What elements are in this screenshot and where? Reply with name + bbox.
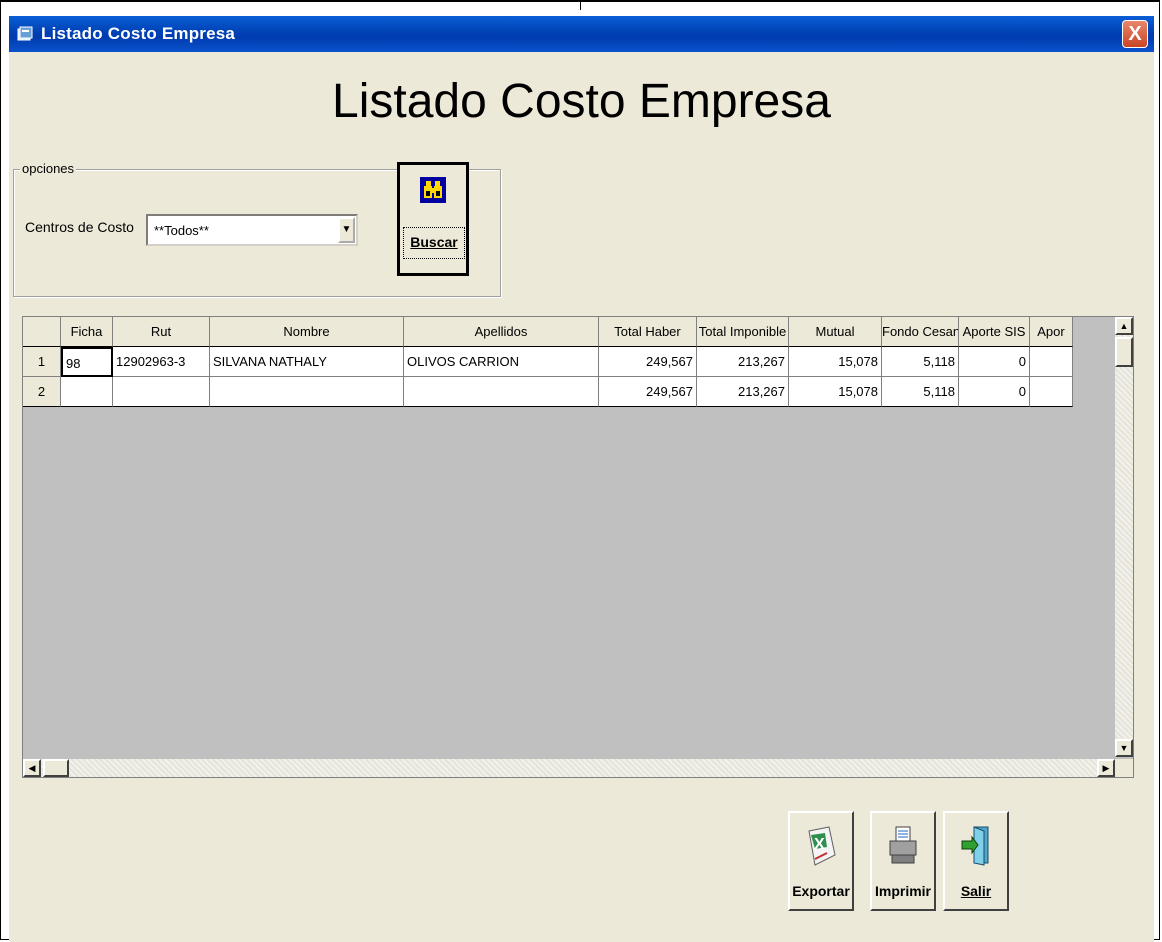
column-header[interactable]: Aporte SIS <box>959 317 1030 347</box>
grid-cell[interactable] <box>404 377 599 407</box>
column-header[interactable]: Apellidos <box>404 317 599 347</box>
binoculars-icon <box>420 177 446 203</box>
excel-icon: X <box>808 826 836 866</box>
column-header[interactable]: Total Haber <box>599 317 697 347</box>
column-header[interactable]: Fondo Cesantia <box>882 317 959 347</box>
grid-cell[interactable] <box>1030 347 1073 377</box>
centros-de-costo-value: **Todos** <box>154 223 209 238</box>
svg-text:X: X <box>814 836 825 853</box>
imprimir-label: Imprimir <box>874 883 931 899</box>
grid-cell[interactable]: 98 <box>61 347 113 377</box>
column-header[interactable]: Total Imponible <box>697 317 789 347</box>
column-header[interactable]: Nombre <box>210 317 404 347</box>
grid-cell[interactable]: 213,267 <box>697 377 789 407</box>
printer-icon <box>889 826 917 864</box>
window-icon <box>17 26 33 41</box>
row-header[interactable]: 1 <box>23 347 61 377</box>
scroll-down-icon[interactable]: ▼ <box>1115 739 1133 757</box>
scroll-thumb[interactable] <box>1115 337 1133 367</box>
grid-cell[interactable]: 0 <box>959 377 1030 407</box>
grid-cell[interactable]: OLIVOS CARRION <box>404 347 599 377</box>
exit-door-icon <box>961 826 989 866</box>
scroll-up-icon[interactable]: ▲ <box>1115 317 1133 335</box>
grid-cell[interactable]: 249,567 <box>599 347 697 377</box>
data-grid[interactable]: Ficha Rut Nombre Apellidos Total Haber Total … <box>22 316 1134 778</box>
grid-cell[interactable]: 12902963-3 <box>113 347 210 377</box>
grid-cell[interactable]: SILVANA NATHALY <box>210 347 404 377</box>
column-header[interactable]: Rut <box>113 317 210 347</box>
grid-cell[interactable]: 15,078 <box>789 377 882 407</box>
salir-button[interactable]: Salir <box>943 811 1009 911</box>
options-legend: opciones <box>20 161 77 176</box>
salir-label: Salir <box>960 883 992 899</box>
grid-cell[interactable]: 15,078 <box>789 347 882 377</box>
hscroll-thumb[interactable] <box>43 759 69 777</box>
centros-de-costo-label: Centros de Costo <box>25 219 134 235</box>
centros-de-costo-dropdown[interactable]: **Todos** ▼ <box>146 214 358 246</box>
grid-cell[interactable] <box>113 377 210 407</box>
imprimir-button[interactable]: Imprimir <box>870 811 936 911</box>
grid-cell[interactable]: 5,118 <box>882 347 959 377</box>
scroll-corner <box>1115 759 1133 777</box>
grid-corner-header <box>23 317 61 347</box>
chevron-down-icon[interactable]: ▼ <box>338 217 355 243</box>
page-title: Listado Costo Empresa <box>332 75 831 128</box>
exportar-button[interactable]: X Exportar <box>788 811 854 911</box>
grid-cell[interactable]: 249,567 <box>599 377 697 407</box>
title-bar[interactable]: Listado Costo Empresa X <box>9 16 1154 52</box>
column-header[interactable]: Ficha <box>61 317 113 347</box>
grid-cell[interactable]: 5,118 <box>882 377 959 407</box>
grid-cell[interactable] <box>210 377 404 407</box>
grid-cell[interactable]: 0 <box>959 347 1030 377</box>
grid-cell[interactable] <box>61 377 113 407</box>
horizontal-scrollbar[interactable]: ◀ ▶ <box>23 759 1115 777</box>
scroll-right-icon[interactable]: ▶ <box>1097 759 1115 777</box>
window-title: Listado Costo Empresa <box>41 24 236 43</box>
buscar-label: Buscar <box>403 227 465 259</box>
grid-cell[interactable] <box>1030 377 1073 407</box>
grid-cell[interactable]: 213,267 <box>697 347 789 377</box>
scroll-left-icon[interactable]: ◀ <box>23 759 41 777</box>
close-button[interactable]: X <box>1122 20 1148 48</box>
row-header[interactable]: 2 <box>23 377 61 407</box>
exportar-label: Exportar <box>792 883 850 899</box>
main-window: Listado Costo Empresa X Listado Costo Em… <box>9 16 1154 942</box>
buscar-button[interactable]: Buscar <box>397 162 469 276</box>
column-header[interactable]: Apor <box>1030 317 1073 347</box>
vertical-scrollbar[interactable]: ▲ ▼ <box>1115 317 1133 757</box>
column-header[interactable]: Mutual <box>789 317 882 347</box>
